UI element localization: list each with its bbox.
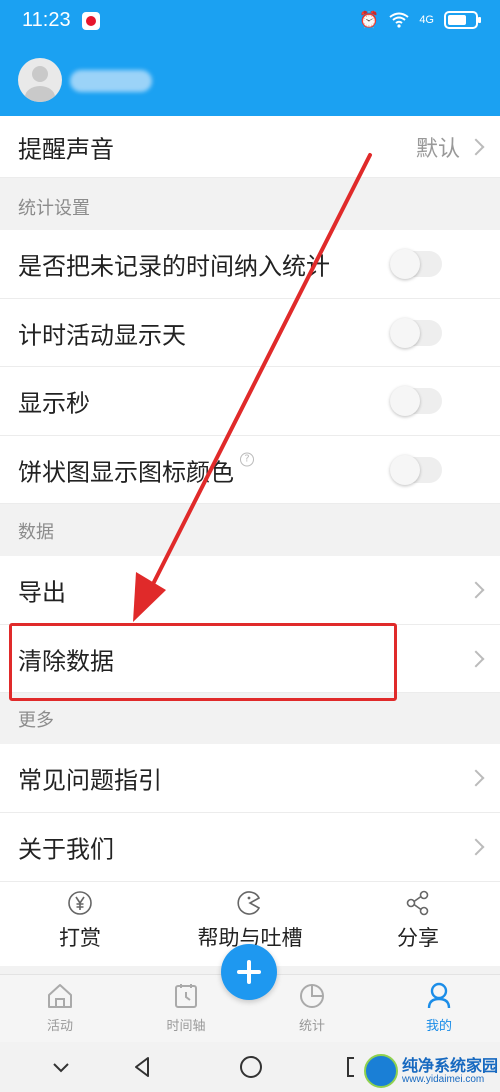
user-icon bbox=[427, 982, 451, 1009]
pacman-icon bbox=[237, 891, 261, 915]
watermark-url: www.yidaimei.com bbox=[402, 1074, 485, 1085]
share-button[interactable]: 分享 bbox=[348, 890, 488, 952]
watermark-logo: 纯净系统家园 www.yidaimei.com bbox=[364, 1050, 498, 1090]
help-feedback-button[interactable]: 帮助与吐槽 bbox=[180, 890, 320, 952]
tab-stats[interactable]: 统计 bbox=[262, 981, 362, 1034]
tab-activity[interactable]: 活动 bbox=[10, 981, 110, 1034]
clock-icon bbox=[175, 984, 197, 1008]
tab-label: 活动 bbox=[46, 1019, 73, 1034]
tab-timeline[interactable]: 时间轴 bbox=[136, 981, 236, 1034]
tab-label: 统计 bbox=[298, 1019, 325, 1034]
yen-icon bbox=[68, 891, 92, 915]
reward-label: 打赏 bbox=[59, 926, 101, 950]
share-icon bbox=[406, 890, 429, 916]
add-button[interactable] bbox=[221, 944, 277, 1000]
reward-button[interactable]: 打赏 bbox=[10, 890, 150, 952]
watermark-logo-icon bbox=[364, 1054, 398, 1088]
chevron-down-icon[interactable] bbox=[46, 1052, 76, 1082]
home-icon bbox=[48, 984, 72, 1008]
back-icon[interactable] bbox=[128, 1052, 158, 1082]
share-label: 分享 bbox=[397, 926, 439, 950]
pie-chart-icon bbox=[300, 984, 324, 1008]
tab-label: 时间轴 bbox=[166, 1019, 206, 1034]
tab-label: 我的 bbox=[425, 1019, 452, 1034]
home-nav-icon[interactable] bbox=[236, 1052, 266, 1082]
watermark-text: 纯净系统家园 bbox=[402, 1056, 499, 1075]
tab-mine[interactable]: 我的 bbox=[389, 981, 489, 1034]
